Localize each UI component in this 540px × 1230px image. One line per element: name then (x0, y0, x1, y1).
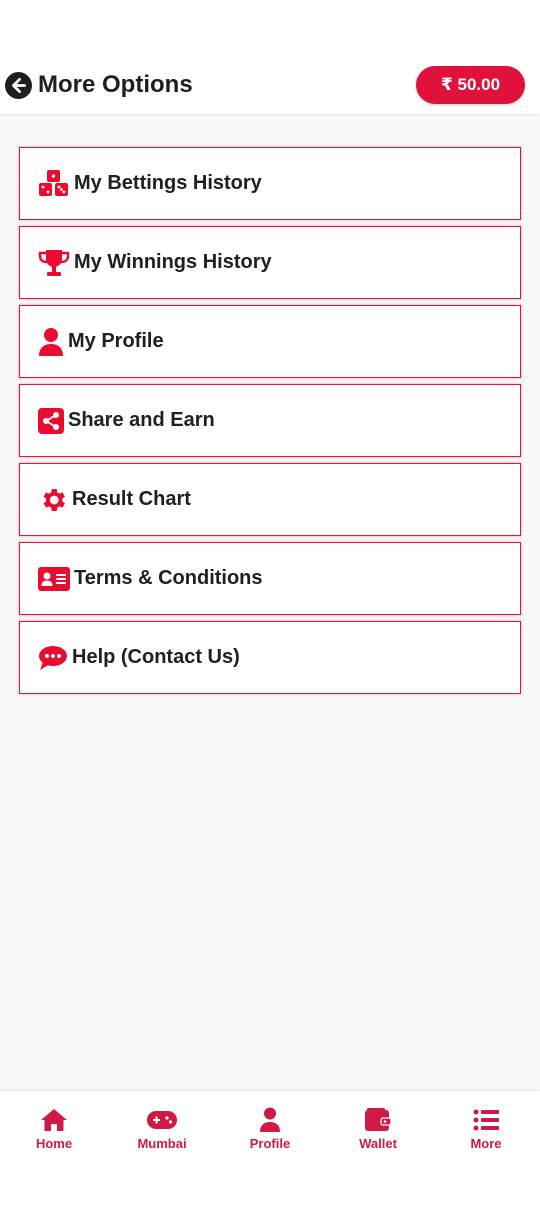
menu-item-label: My Winnings History (74, 251, 272, 273)
back-button[interactable] (5, 71, 32, 99)
menu-item-label: Share and Earn (68, 409, 215, 431)
nav-label: Profile (249, 1136, 291, 1151)
app-bar-left: More Options (5, 71, 193, 99)
trophy-icon (38, 248, 70, 278)
menu-item-my-profile[interactable]: My Profile (19, 305, 521, 378)
nav-label: Wallet (359, 1136, 397, 1151)
user-icon (259, 1107, 281, 1133)
cubes-icon (38, 169, 70, 199)
gear-icon (38, 485, 68, 515)
menu-item-label: Result Chart (72, 488, 191, 510)
arrow-left-circle-icon (5, 71, 32, 99)
nav-item-wallet[interactable]: Wallet (328, 1107, 428, 1151)
share-icon (38, 407, 64, 434)
nav-item-profile[interactable]: Profile (220, 1107, 320, 1151)
nav-item-mumbai[interactable]: Mumbai (112, 1107, 212, 1151)
home-icon (40, 1107, 68, 1133)
nav-item-more[interactable]: More (436, 1107, 536, 1151)
wallet-icon (365, 1107, 391, 1133)
status-bar (0, 0, 540, 56)
menu-item-result-chart[interactable]: Result Chart (19, 463, 521, 536)
wallet-balance-badge[interactable]: ₹ 50.00 (416, 66, 525, 104)
bottom-navigation: Home Mumbai Profile Wallet More (0, 1091, 540, 1230)
menu-item-bettings-history[interactable]: My Bettings History (19, 147, 521, 220)
nav-label: More (470, 1136, 502, 1151)
menu-item-share-and-earn[interactable]: Share and Earn (19, 384, 521, 457)
menu-item-label: Help (Contact Us) (72, 646, 240, 668)
menu-item-label: My Profile (68, 330, 164, 352)
id-card-icon (38, 566, 70, 591)
menu-item-terms-conditions[interactable]: Terms & Conditions (19, 542, 521, 615)
nav-label: Mumbai (137, 1136, 187, 1151)
user-icon (38, 327, 64, 357)
menu-item-help-contact[interactable]: Help (Contact Us) (19, 621, 521, 694)
page-title: More Options (38, 71, 193, 98)
app-bar: More Options ₹ 50.00 (0, 56, 540, 114)
nav-label: Home (35, 1136, 73, 1151)
list-icon (473, 1107, 499, 1133)
options-menu: My Bettings History My Winnings History … (0, 114, 540, 694)
menu-item-label: Terms & Conditions (74, 567, 263, 589)
menu-item-label: My Bettings History (74, 172, 262, 194)
gamepad-icon (147, 1107, 177, 1133)
nav-item-home[interactable]: Home (4, 1107, 104, 1151)
menu-item-winnings-history[interactable]: My Winnings History (19, 226, 521, 299)
chat-icon (38, 645, 68, 671)
